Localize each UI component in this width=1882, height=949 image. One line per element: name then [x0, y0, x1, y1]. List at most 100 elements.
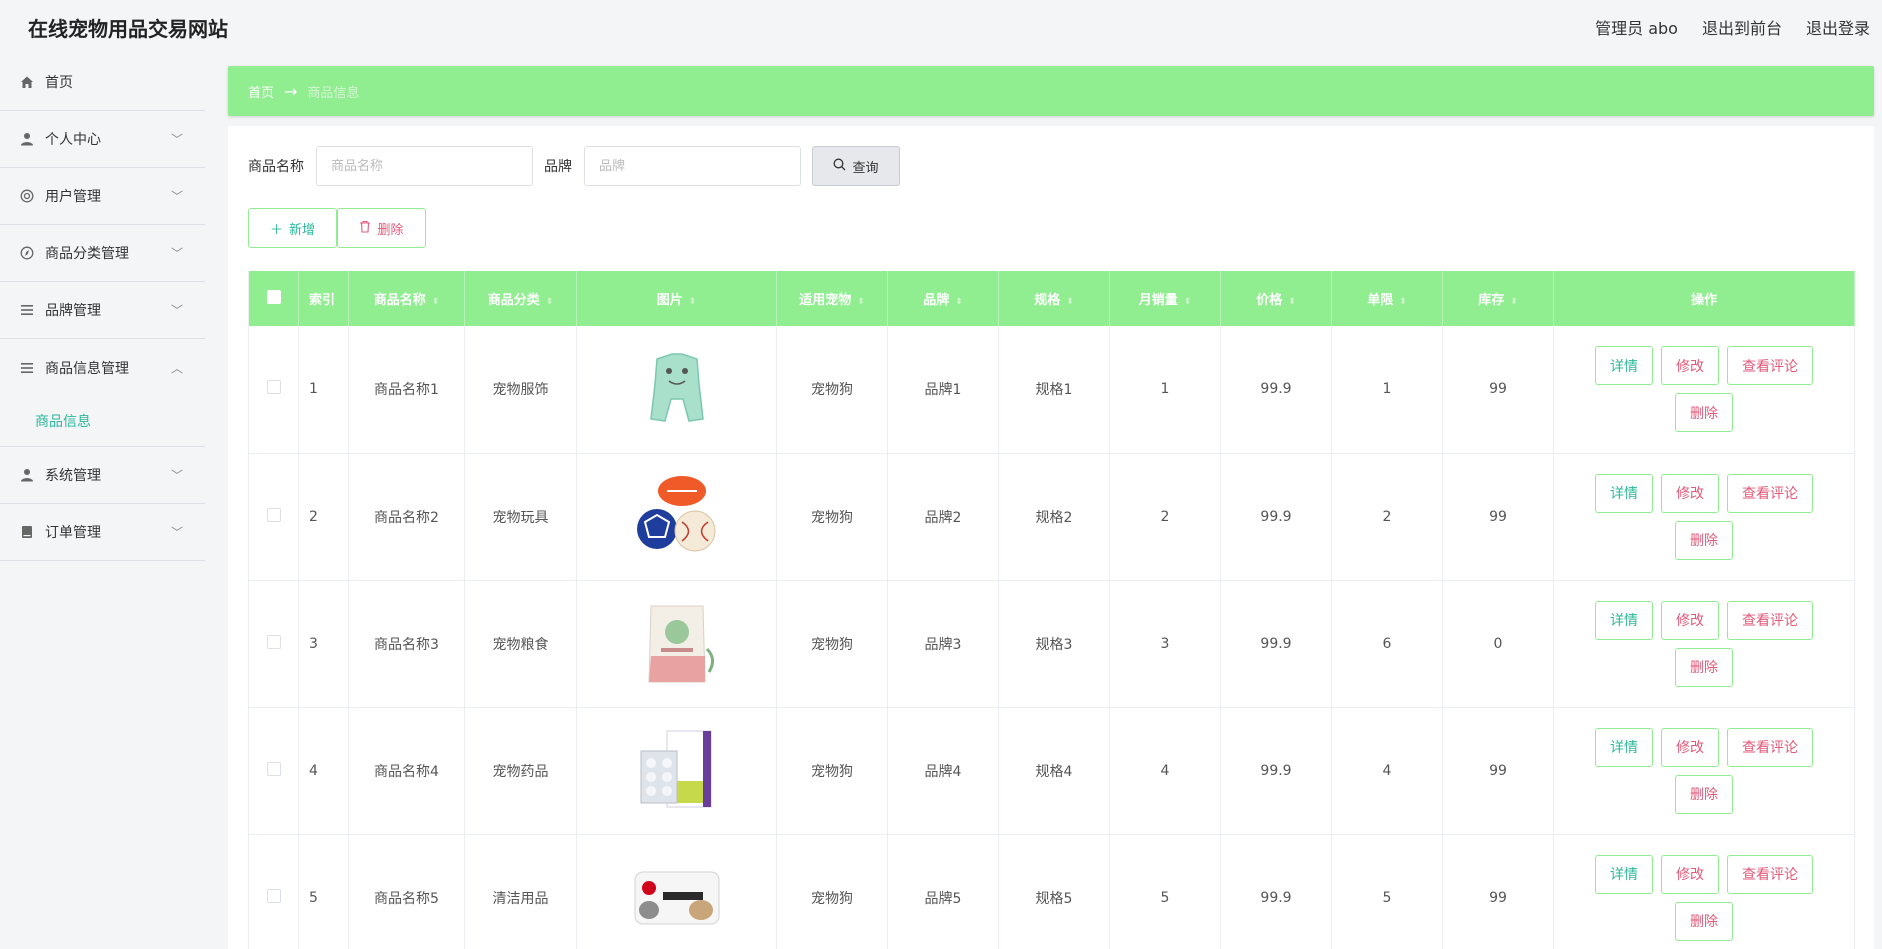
search-icon: [833, 158, 846, 175]
row-checkbox[interactable]: [266, 634, 281, 649]
edit-button[interactable]: 修改: [1661, 346, 1719, 386]
main-area: 首页 → 商品信息: [228, 66, 1874, 116]
brand-search-input[interactable]: [584, 146, 801, 186]
delete-button[interactable]: 删除: [1675, 520, 1733, 560]
delete-button[interactable]: 删除: [1675, 901, 1733, 941]
header-ops: 操作: [1553, 271, 1855, 326]
chevron-down-icon: ﹀: [170, 303, 183, 318]
view-reviews-button[interactable]: 查看评论: [1727, 600, 1813, 640]
delete-button[interactable]: 删除: [1675, 774, 1733, 814]
header-name-label: 商品名称: [373, 293, 426, 308]
header-limit[interactable]: 单限 ⬍: [1331, 271, 1443, 326]
select-all-checkbox[interactable]: [266, 289, 281, 304]
delete-button[interactable]: 删除: [1675, 647, 1733, 687]
row-checkbox[interactable]: [266, 888, 281, 903]
pet-wipes-image[interactable]: [627, 848, 727, 948]
header-stock[interactable]: 库存 ⬍: [1442, 271, 1554, 326]
sidebar-item-brand[interactable]: 品牌管理 ﹀: [0, 282, 205, 339]
sidebar-item-category[interactable]: 商品分类管理 ﹀: [0, 225, 205, 282]
delete-button[interactable]: 删除: [1675, 393, 1733, 433]
sort-icon: ⬍: [1510, 297, 1518, 307]
edit-button[interactable]: 修改: [1661, 473, 1719, 513]
row-checkbox[interactable]: [266, 761, 281, 776]
header-category[interactable]: 商品分类 ⬍: [464, 271, 577, 326]
header-brand[interactable]: 品牌 ⬍: [887, 271, 999, 326]
row-checkbox[interactable]: [266, 380, 281, 395]
header-spec[interactable]: 规格 ⬍: [998, 271, 1110, 326]
table-row: 3 商品名称3 宠物粮食 宠物狗 品牌3 规格3 3 99.9 6 0 详情 修…: [248, 580, 1855, 708]
detail-button[interactable]: 详情: [1595, 727, 1653, 767]
sidebar-item-users[interactable]: 用户管理 ﹀: [0, 168, 205, 225]
cell-ops: 详情 修改 查看评论 删除: [1553, 834, 1855, 949]
cell-price: 99.9: [1220, 453, 1332, 581]
view-reviews-button[interactable]: 查看评论: [1727, 346, 1813, 386]
sidebar-subitem-product-info[interactable]: 商品信息: [0, 396, 205, 447]
sidebar-item-orders[interactable]: 订单管理 ﹀: [0, 504, 205, 561]
add-button[interactable]: ＋ 新增: [248, 208, 337, 248]
table-row: 5 商品名称5 清洁用品 宠物狗 品牌5 规格5 5 99.9 5 99 详情 …: [248, 834, 1855, 949]
edit-button[interactable]: 修改: [1661, 727, 1719, 767]
row-checkbox[interactable]: [266, 507, 281, 522]
users-icon: [18, 187, 36, 205]
cell-image: [576, 453, 777, 581]
cell-image: [576, 580, 777, 708]
name-search-input[interactable]: [316, 146, 533, 186]
sort-icon: ⬍: [1399, 297, 1407, 307]
pet-clothing-image[interactable]: [627, 339, 727, 439]
query-button[interactable]: 查询: [812, 146, 900, 186]
edit-button[interactable]: 修改: [1661, 854, 1719, 894]
cell-category: 宠物粮食: [464, 580, 577, 708]
header-name[interactable]: 商品名称 ⬍: [348, 271, 465, 326]
detail-button[interactable]: 详情: [1595, 600, 1653, 640]
edit-button[interactable]: 修改: [1661, 600, 1719, 640]
cell-monthly-sales: 1: [1109, 326, 1221, 454]
view-reviews-button[interactable]: 查看评论: [1727, 473, 1813, 513]
cell-brand: 品牌4: [887, 707, 999, 835]
header-limit-label: 单限: [1367, 293, 1394, 308]
breadcrumb-home[interactable]: 首页: [248, 82, 274, 101]
header-pet[interactable]: 适用宠物 ⬍: [776, 271, 888, 326]
cell-brand: 品牌2: [887, 453, 999, 581]
cell-pet: 宠物狗: [776, 326, 888, 454]
row-select-cell: [248, 834, 299, 949]
row-select-cell: [248, 453, 299, 581]
header-spec-label: 规格: [1034, 293, 1061, 308]
cell-name: 商品名称4: [348, 707, 465, 835]
cell-image: [576, 707, 777, 835]
table-row: 2 商品名称2 宠物玩具 宠物狗 品牌2 规格2 2 99.9 2 99 详情 …: [248, 453, 1855, 581]
sidebar-item-product-info[interactable]: 商品信息管理 ︿: [0, 339, 205, 396]
sidebar-item-system[interactable]: 系统管理 ﹀: [0, 447, 205, 504]
pet-medicine-image[interactable]: [627, 721, 727, 821]
user-icon: [18, 466, 36, 484]
cell-ops: 详情 修改 查看评论 删除: [1553, 453, 1855, 581]
cell-image: [576, 834, 777, 949]
detail-button[interactable]: 详情: [1595, 473, 1653, 513]
sidebar-item-label: 品牌管理: [45, 303, 101, 319]
header-image[interactable]: 图片 ⬍: [576, 271, 777, 326]
view-reviews-button[interactable]: 查看评论: [1727, 854, 1813, 894]
cell-stock: 99: [1442, 834, 1554, 949]
cell-spec: 规格4: [998, 707, 1110, 835]
sidebar-item-personal[interactable]: 个人中心 ﹀: [0, 111, 205, 168]
cell-name: 商品名称5: [348, 834, 465, 949]
sidebar-item-home[interactable]: 首页: [0, 54, 205, 111]
content-panel: 商品名称 品牌 查询 ＋ 新增 删除 索引: [228, 126, 1874, 949]
chevron-down-icon: ﹀: [170, 246, 183, 261]
front-link[interactable]: 退出到前台: [1702, 15, 1782, 39]
detail-button[interactable]: 详情: [1595, 854, 1653, 894]
breadcrumb-current: 商品信息: [307, 85, 360, 101]
site-title: 在线宠物用品交易网站: [28, 16, 228, 41]
chevron-up-icon: ︿: [170, 361, 183, 375]
admin-label[interactable]: 管理员 abo: [1595, 15, 1678, 39]
batch-delete-button[interactable]: 删除: [337, 208, 426, 248]
pet-food-bag-image[interactable]: [627, 594, 727, 694]
view-reviews-button[interactable]: 查看评论: [1727, 727, 1813, 767]
header-monthly-sales[interactable]: 月销量 ⬍: [1109, 271, 1221, 326]
cell-monthly-sales: 2: [1109, 453, 1221, 581]
sidebar-item-label: 商品信息管理: [45, 360, 129, 377]
pet-toy-balls-image[interactable]: [627, 467, 727, 567]
logout-link[interactable]: 退出登录: [1806, 15, 1870, 39]
cell-pet: 宠物狗: [776, 453, 888, 581]
detail-button[interactable]: 详情: [1595, 346, 1653, 386]
header-price[interactable]: 价格 ⬍: [1220, 271, 1332, 326]
